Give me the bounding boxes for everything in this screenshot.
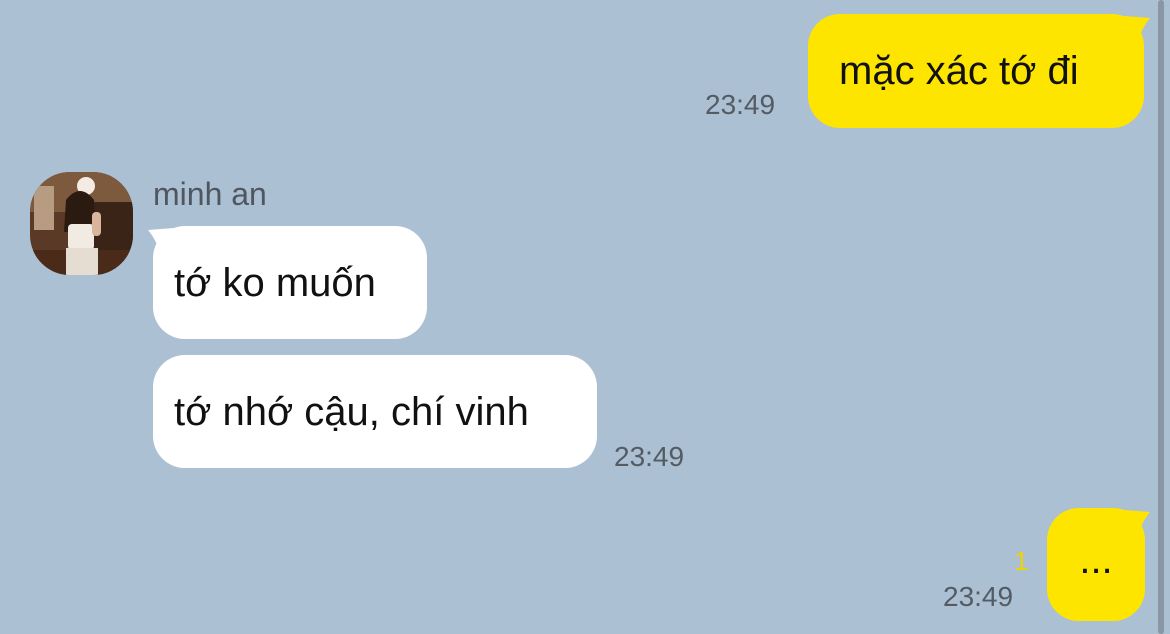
message-timestamp: 23:49 xyxy=(614,441,685,472)
incoming-message-bubble[interactable]: tớ nhớ cậu, chí vinh xyxy=(153,355,597,468)
chat-message-area[interactable]: mặc xác tớ đi 23:49 minh an tớ ko muốn t… xyxy=(0,0,1170,634)
avatar-photo-icon xyxy=(30,172,133,275)
incoming-bubble-tail xyxy=(148,228,174,256)
message-timestamp: 23:49 xyxy=(705,89,776,120)
unread-count: 1 xyxy=(1014,546,1029,576)
outgoing-bubble-tail xyxy=(1124,16,1150,44)
sender-name: minh an xyxy=(153,176,267,212)
message-text: mặc xác tớ đi xyxy=(839,49,1079,93)
message-timestamp: 23:49 xyxy=(943,581,1014,612)
incoming-message-bubble[interactable]: tớ ko muốn xyxy=(153,226,427,339)
outgoing-bubble-tail xyxy=(1124,510,1150,538)
message-text: tớ nhớ cậu, chí vinh xyxy=(174,389,529,434)
contact-avatar[interactable] xyxy=(30,172,133,275)
vertical-scrollbar[interactable] xyxy=(1158,0,1164,634)
message-text: tớ ko muốn xyxy=(174,260,376,305)
message-text: ... xyxy=(1079,537,1113,582)
outgoing-message-bubble[interactable]: mặc xác tớ đi xyxy=(808,14,1144,128)
